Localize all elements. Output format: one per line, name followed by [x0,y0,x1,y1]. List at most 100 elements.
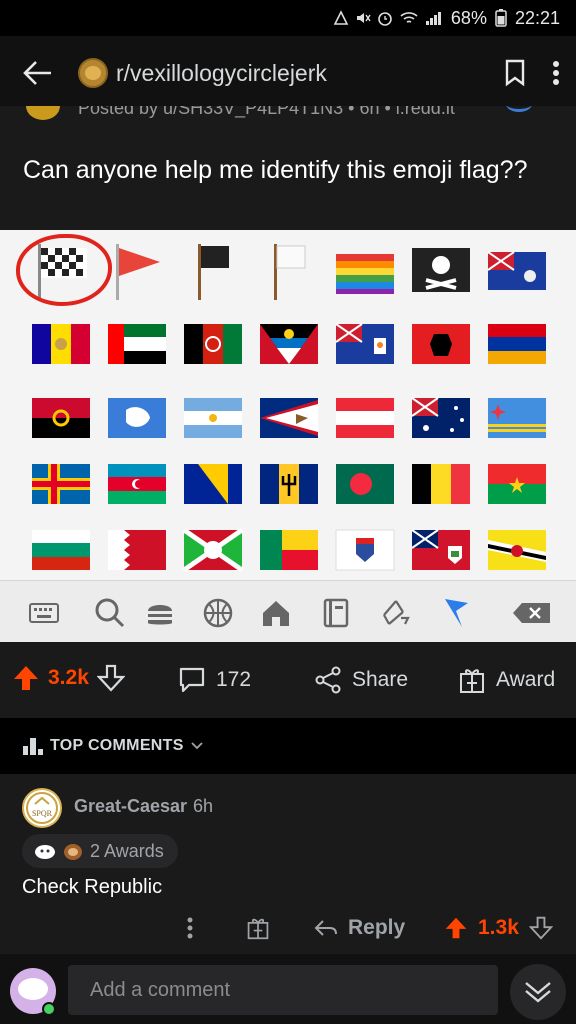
food-icon[interactable] [142,595,178,631]
albania-flag [412,324,470,364]
subreddit-name[interactable]: r/vexillologycirclejerk [116,60,327,87]
argentina-flag [184,398,242,438]
sort-label: TOP COMMENTS [50,737,184,754]
australia-flag [411,397,470,438]
downvote-icon[interactable] [528,916,553,940]
award-emoji-icon [35,845,55,859]
post-header: Can anyone help me identify this emoji f… [0,124,576,230]
search-icon[interactable] [92,595,128,631]
share-icon [315,666,341,694]
comment-sort[interactable]: TOP COMMENTS [0,718,576,774]
reply-button[interactable]: Reply [314,916,405,940]
mute-icon [356,13,371,23]
barbados-flag [260,464,318,504]
black-flag [198,244,229,300]
add-comment-input[interactable] [68,965,498,1015]
upvote-icon[interactable] [12,664,40,692]
bosnia-flag [184,464,242,504]
post-image[interactable] [0,230,576,642]
antigua-flag [260,324,318,364]
gift-icon [460,669,484,693]
backspace-icon[interactable] [510,595,554,631]
post-vote: 3.2k [12,664,125,692]
battery-icon [495,9,507,27]
recycle-icon[interactable] [378,595,414,631]
sloth-award-icon [64,844,82,860]
signal-icon [425,12,441,25]
belgium-flag [412,464,470,504]
reply-label: Reply [348,916,406,939]
angola-flag [32,398,90,438]
avatar-spqr-text: SPQR [32,809,53,818]
bangladesh-flag [336,464,394,504]
gift-icon[interactable] [246,916,270,940]
comment-actions: Reply 1.3k [0,916,576,950]
reply-icon [314,920,337,936]
posted-by: Posted by u/SH33V_P4LP4T1N3 • 6h • i.red… [78,106,455,118]
more-vertical-icon[interactable] [552,60,560,86]
jump-down-button[interactable] [510,964,566,1020]
book-icon[interactable] [318,595,354,631]
comment-count: 172 [216,668,252,691]
uae-flag [108,324,166,364]
share-label: Share [352,668,409,691]
keyboard-icon[interactable] [26,595,62,631]
commenter-avatar[interactable]: SPQR [22,788,62,828]
austria-flag [336,398,394,438]
azerbaijan-flag [108,464,166,504]
triangular-flag [116,244,160,300]
armenia-flag [488,324,546,364]
clock-time: 22:21 [514,7,560,28]
battery-percent: 68% [450,7,487,28]
comment-author[interactable]: Great-Caesar [74,796,187,817]
rainbow-flag [336,254,394,294]
st-barthelemy-flag [335,529,395,571]
american-samoa-flag [260,398,318,438]
sports-icon[interactable] [200,595,236,631]
comment-composer [0,954,576,1024]
clock-icon [378,12,392,26]
home-icon[interactable] [258,595,294,631]
downvote-icon[interactable] [96,664,125,692]
bulgaria-flag [32,530,90,570]
back-arrow-icon [23,61,51,85]
aland-flag [32,464,90,504]
afghanistan-flag [184,324,242,364]
awards-count: 2 Awards [90,840,164,861]
andorra-flag [32,324,90,364]
comments-button[interactable]: 172 [178,666,251,694]
white-flag [274,244,306,300]
post-title[interactable]: Can anyone help me identify this emoji f… [23,154,543,186]
benin-flag [260,530,318,570]
more-vertical-icon[interactable] [186,916,194,940]
comment: SPQR Great-Caesar 6h 2 Awards Check Repu… [0,774,576,954]
chevron-down-icon [191,742,203,750]
online-indicator [42,1002,56,1016]
comment-vote: 1.3k [444,916,553,940]
emoji-keyboard-bar [0,580,576,642]
double-chevron-down-icon [525,982,551,1003]
bookmark-icon[interactable] [504,59,526,87]
award-button[interactable]: Award [458,666,555,694]
comment-upvote-count: 1.3k [478,916,519,939]
subreddit-avatar[interactable] [78,58,108,88]
upvote-icon[interactable] [444,916,468,940]
top-sort-icon [23,738,43,755]
awards-pill[interactable]: 2 Awards [22,834,178,868]
author-avatar[interactable] [26,106,60,120]
flag-icon[interactable] [438,595,474,631]
join-indicator[interactable] [506,106,532,112]
wifi-icon [400,12,418,23]
anguilla-flag [335,323,394,364]
status-icons [333,10,443,26]
pirate-flag [412,248,470,292]
burkina-faso-flag [488,464,546,504]
comment-text: Check Republic [22,876,163,898]
share-button[interactable]: Share [314,666,408,694]
aruba-flag [488,398,546,438]
antarctica-flag [108,398,166,438]
app-header: r/vexillologycirclejerk [0,36,576,110]
ascension-flag [487,251,546,290]
back-button[interactable] [16,51,60,95]
post-actions: 3.2k 172 Share Award [0,642,576,718]
